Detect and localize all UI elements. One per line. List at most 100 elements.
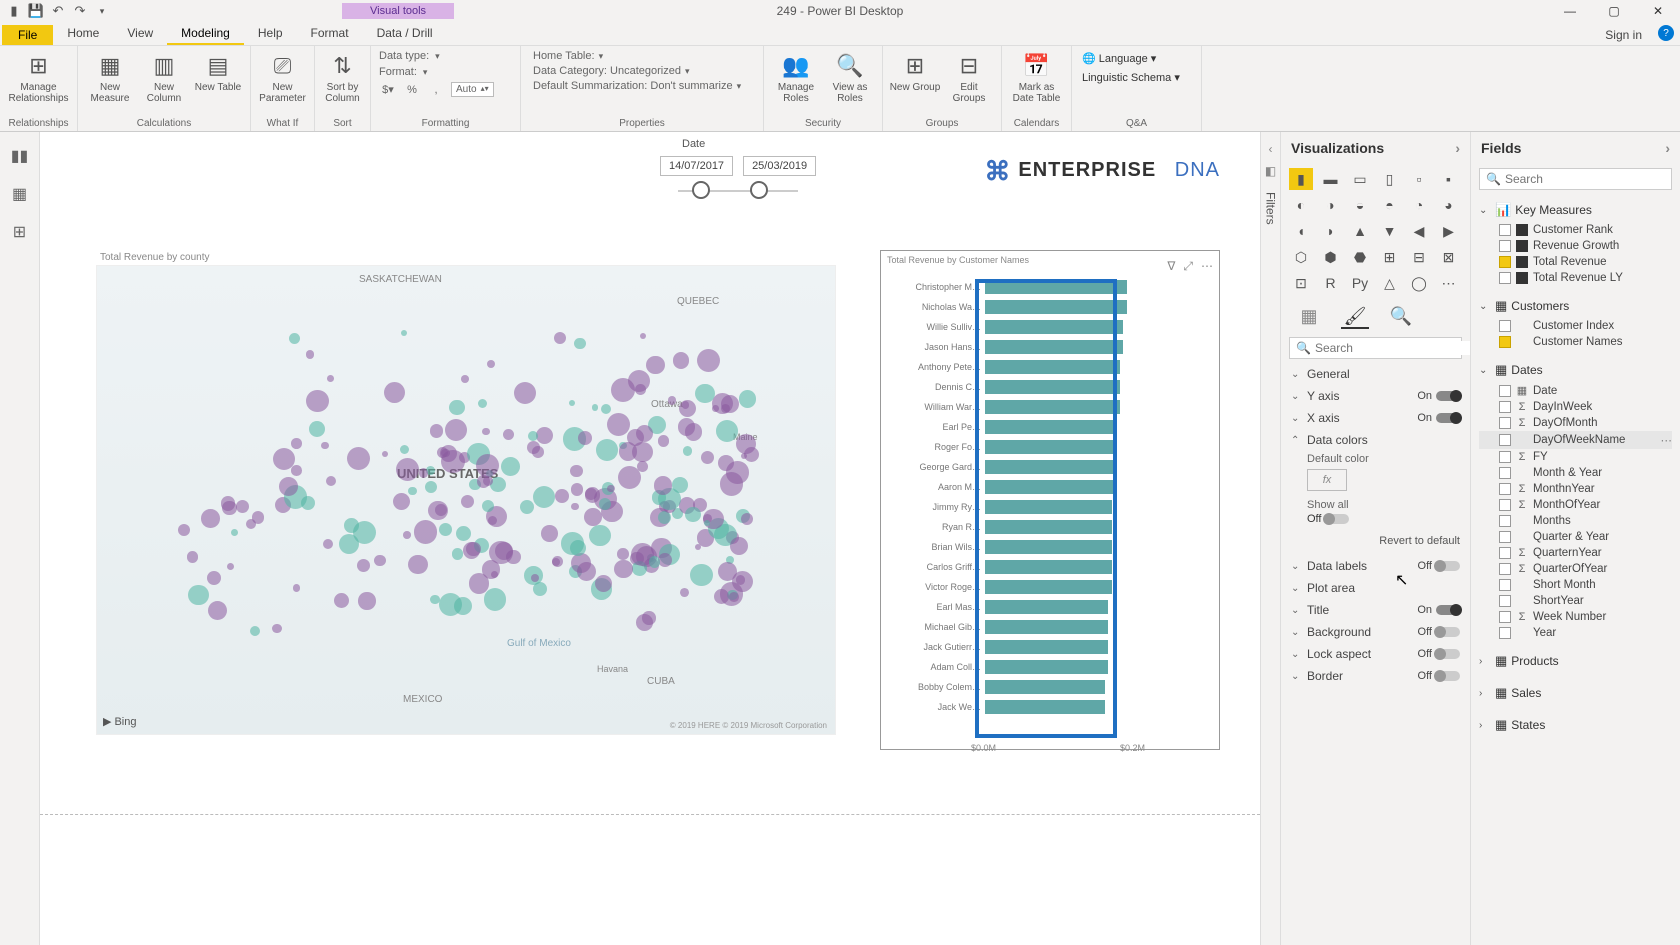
bar-row[interactable]: Aaron M… (895, 477, 1205, 497)
data-category-dropdown[interactable]: Data Category: Uncategorized▾ (533, 65, 751, 77)
filters-pane-collapsed[interactable]: ‹ ◧ Filters (1260, 132, 1280, 945)
viz-type-5[interactable]: ▪ (1437, 168, 1461, 190)
bar-row[interactable]: Jack Gutierr… (895, 637, 1205, 657)
close-icon[interactable]: ✕ (1636, 0, 1680, 22)
bar-row[interactable]: Earl Mas… (895, 597, 1205, 617)
yaxis-toggle[interactable] (1436, 391, 1460, 401)
chevron-right-icon[interactable]: › (1455, 140, 1460, 156)
title-toggle[interactable] (1436, 605, 1460, 615)
field-dayinweek[interactable]: ΣDayInWeek (1479, 399, 1672, 415)
new-measure-button[interactable]: ▦New Measure (84, 50, 136, 104)
viz-type-15[interactable]: ▼ (1378, 220, 1402, 242)
field-weeknumber[interactable]: ΣWeek Number (1479, 609, 1672, 625)
map-visual[interactable]: Total Revenue by county UNITED STATES ME… (96, 250, 836, 740)
field-checkbox[interactable] (1499, 499, 1511, 511)
section-background[interactable]: ⌄BackgroundOff (1281, 621, 1470, 643)
lock-toggle[interactable] (1436, 649, 1460, 659)
bar-row[interactable]: Dennis C… (895, 377, 1205, 397)
revert-to-default[interactable]: Revert to default (1281, 531, 1470, 555)
bar-row[interactable]: Jimmy Ry… (895, 497, 1205, 517)
viz-type-2[interactable]: ▭ (1348, 168, 1372, 190)
field-checkbox[interactable] (1499, 385, 1511, 397)
bar-row[interactable]: Adam Coll… (895, 657, 1205, 677)
field-customerindex[interactable]: Customer Index (1479, 318, 1672, 334)
edit-groups-button[interactable]: ⊟Edit Groups (943, 50, 995, 104)
viz-type-10[interactable]: ◔ (1407, 194, 1431, 216)
field-checkbox[interactable] (1499, 579, 1511, 591)
viz-type-25[interactable]: R (1319, 272, 1343, 294)
field-customerrank[interactable]: Customer Rank (1479, 222, 1672, 238)
new-parameter-button[interactable]: ⎚New Parameter (257, 50, 309, 104)
new-table-button[interactable]: ▤New Table (192, 50, 244, 93)
bar-row[interactable]: Nicholas Wa… (895, 297, 1205, 317)
field-shortyear[interactable]: ShortYear (1479, 593, 1672, 609)
field-checkbox[interactable] (1499, 434, 1511, 446)
date-to-input[interactable]: 25/03/2019 (743, 156, 816, 176)
bar-row[interactable]: Brian Wils… (895, 537, 1205, 557)
undo-icon[interactable]: ↶ (50, 3, 66, 19)
field-checkbox[interactable] (1499, 483, 1511, 495)
signin-button[interactable]: Sign in (1597, 25, 1650, 45)
field-year[interactable]: Year (1479, 625, 1672, 641)
bar-row[interactable]: George Gard… (895, 457, 1205, 477)
viz-type-7[interactable]: ◑ (1319, 194, 1343, 216)
viz-type-21[interactable]: ⊞ (1378, 246, 1402, 268)
section-border[interactable]: ⌄BorderOff (1281, 665, 1470, 687)
section-lock[interactable]: ⌄Lock aspectOff (1281, 643, 1470, 665)
showall-toggle[interactable] (1325, 514, 1349, 524)
viz-type-24[interactable]: ⊡ (1289, 272, 1313, 294)
menu-tab-modeling[interactable]: Modeling (167, 23, 244, 45)
sort-by-column-button[interactable]: ⇅Sort by Column (317, 50, 369, 104)
viz-type-28[interactable]: ◯ (1407, 272, 1431, 294)
field-revenuegrowth[interactable]: Revenue Growth (1479, 238, 1672, 254)
viz-type-0[interactable]: ▮ (1289, 168, 1313, 190)
chevron-right-icon[interactable]: › (1665, 140, 1670, 156)
viz-type-13[interactable]: ◗ (1319, 220, 1343, 242)
data-view-icon[interactable]: ▦ (12, 184, 27, 204)
save-icon[interactable]: 💾 (28, 3, 44, 19)
comma-icon[interactable]: , (427, 84, 445, 96)
table-states[interactable]: ›▦States (1479, 713, 1672, 737)
date-slicer[interactable]: 14/07/2017 25/03/2019 (660, 156, 816, 192)
field-dayofweekname[interactable]: DayOfWeekName⋯ (1479, 431, 1672, 449)
linguistic-schema-dropdown[interactable]: Linguistic Schema ▾ (1082, 71, 1191, 84)
fields-search[interactable]: 🔍 (1479, 168, 1672, 190)
format-search[interactable]: 🔍 (1289, 337, 1462, 359)
chevron-left-icon[interactable]: ‹ (1269, 142, 1273, 156)
viz-type-27[interactable]: △ (1378, 272, 1402, 294)
viz-type-19[interactable]: ⬢ (1319, 246, 1343, 268)
new-column-button[interactable]: ▥New Column (138, 50, 190, 104)
menu-tab-format[interactable]: Format (297, 23, 363, 45)
bar-row[interactable]: Jack We… (895, 697, 1205, 717)
viz-type-26[interactable]: Py (1348, 272, 1372, 294)
viz-type-11[interactable]: ◕ (1437, 194, 1461, 216)
menu-tab-help[interactable]: Help (244, 23, 297, 45)
field-more-icon[interactable]: ⋯ (1661, 433, 1673, 447)
table-products[interactable]: ›▦Products (1479, 649, 1672, 673)
field-checkbox[interactable] (1499, 515, 1511, 527)
help-icon[interactable]: ? (1658, 25, 1674, 41)
slider-handle-start[interactable] (692, 181, 710, 199)
section-title[interactable]: ⌄TitleOn (1281, 599, 1470, 621)
viz-type-6[interactable]: ◐ (1289, 194, 1313, 216)
date-slider[interactable] (678, 190, 798, 192)
minimize-icon[interactable]: — (1548, 0, 1592, 22)
field-customernames[interactable]: Customer Names (1479, 334, 1672, 350)
date-from-input[interactable]: 14/07/2017 (660, 156, 733, 176)
format-search-input[interactable] (1315, 341, 1470, 355)
manage-roles-button[interactable]: 👥Manage Roles (770, 50, 822, 104)
field-checkbox[interactable] (1499, 256, 1511, 268)
bar-row[interactable]: Willie Sulliv… (895, 317, 1205, 337)
viz-type-12[interactable]: ◖ (1289, 220, 1313, 242)
field-checkbox[interactable] (1499, 531, 1511, 543)
viz-type-3[interactable]: ▯ (1378, 168, 1402, 190)
field-checkbox[interactable] (1499, 467, 1511, 479)
redo-icon[interactable]: ↷ (72, 3, 88, 19)
viz-type-18[interactable]: ⬡ (1289, 246, 1313, 268)
field-checkbox[interactable] (1499, 611, 1511, 623)
field-date[interactable]: ▦Date (1479, 382, 1672, 399)
field-checkbox[interactable] (1499, 272, 1511, 284)
summarization-dropdown[interactable]: Default Summarization: Don't summarize▾ (533, 80, 751, 92)
currency-icon[interactable]: $▾ (379, 83, 397, 96)
bar-row[interactable]: Carlos Griff… (895, 557, 1205, 577)
